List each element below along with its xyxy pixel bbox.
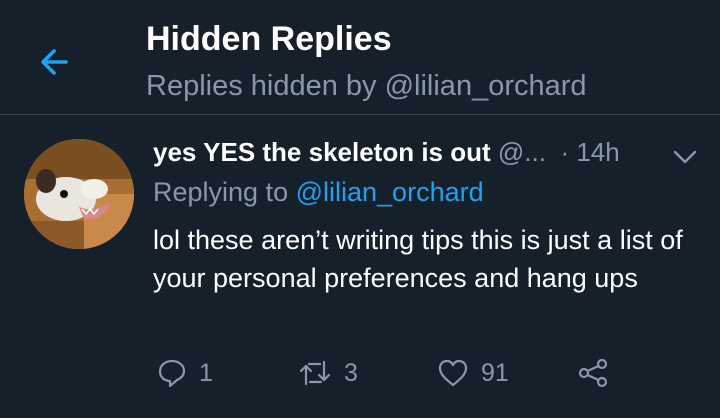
avatar-image bbox=[24, 139, 134, 249]
page-title: Hidden Replies bbox=[146, 20, 392, 58]
page-header: Hidden Replies Replies hidden by @lilian… bbox=[0, 0, 720, 114]
reply-button[interactable]: 1 bbox=[157, 353, 213, 393]
tweet-actions: 1 3 91 bbox=[153, 353, 673, 393]
timestamp[interactable]: 14h bbox=[576, 137, 619, 167]
like-count: 91 bbox=[481, 358, 509, 387]
tweet-menu-button[interactable] bbox=[672, 143, 698, 164]
like-button[interactable]: 91 bbox=[437, 353, 509, 393]
back-arrow-icon bbox=[41, 49, 68, 75]
share-icon bbox=[578, 358, 608, 388]
page-subtitle: Replies hidden by @lilian_orchard bbox=[146, 70, 587, 102]
chevron-down-icon bbox=[673, 150, 697, 164]
retweet-button[interactable]: 3 bbox=[298, 353, 358, 393]
avatar[interactable] bbox=[24, 139, 134, 249]
hidden-reply-tweet[interactable]: yes YES the skeleton is out @... · 14h R… bbox=[0, 115, 720, 418]
reply-count: 1 bbox=[199, 358, 213, 387]
retweet-icon bbox=[299, 360, 331, 386]
share-button[interactable] bbox=[577, 353, 609, 393]
back-button[interactable] bbox=[36, 42, 76, 82]
time-separator: · bbox=[560, 137, 570, 167]
reply-icon bbox=[158, 359, 186, 388]
display-name[interactable]: yes YES the skeleton is out bbox=[153, 137, 491, 167]
like-icon bbox=[438, 359, 468, 387]
replying-to: Replying to @lilian_orchard bbox=[153, 177, 484, 208]
tweet-text: lol these aren’t writing tips this is ju… bbox=[153, 225, 683, 293]
handle[interactable]: @... bbox=[498, 137, 546, 167]
replying-to-label: Replying to bbox=[153, 177, 289, 207]
replying-to-handle-link[interactable]: @lilian_orchard bbox=[296, 177, 484, 207]
retweet-count: 3 bbox=[344, 358, 358, 387]
tweet-header: yes YES the skeleton is out @... · 14h bbox=[153, 137, 698, 173]
